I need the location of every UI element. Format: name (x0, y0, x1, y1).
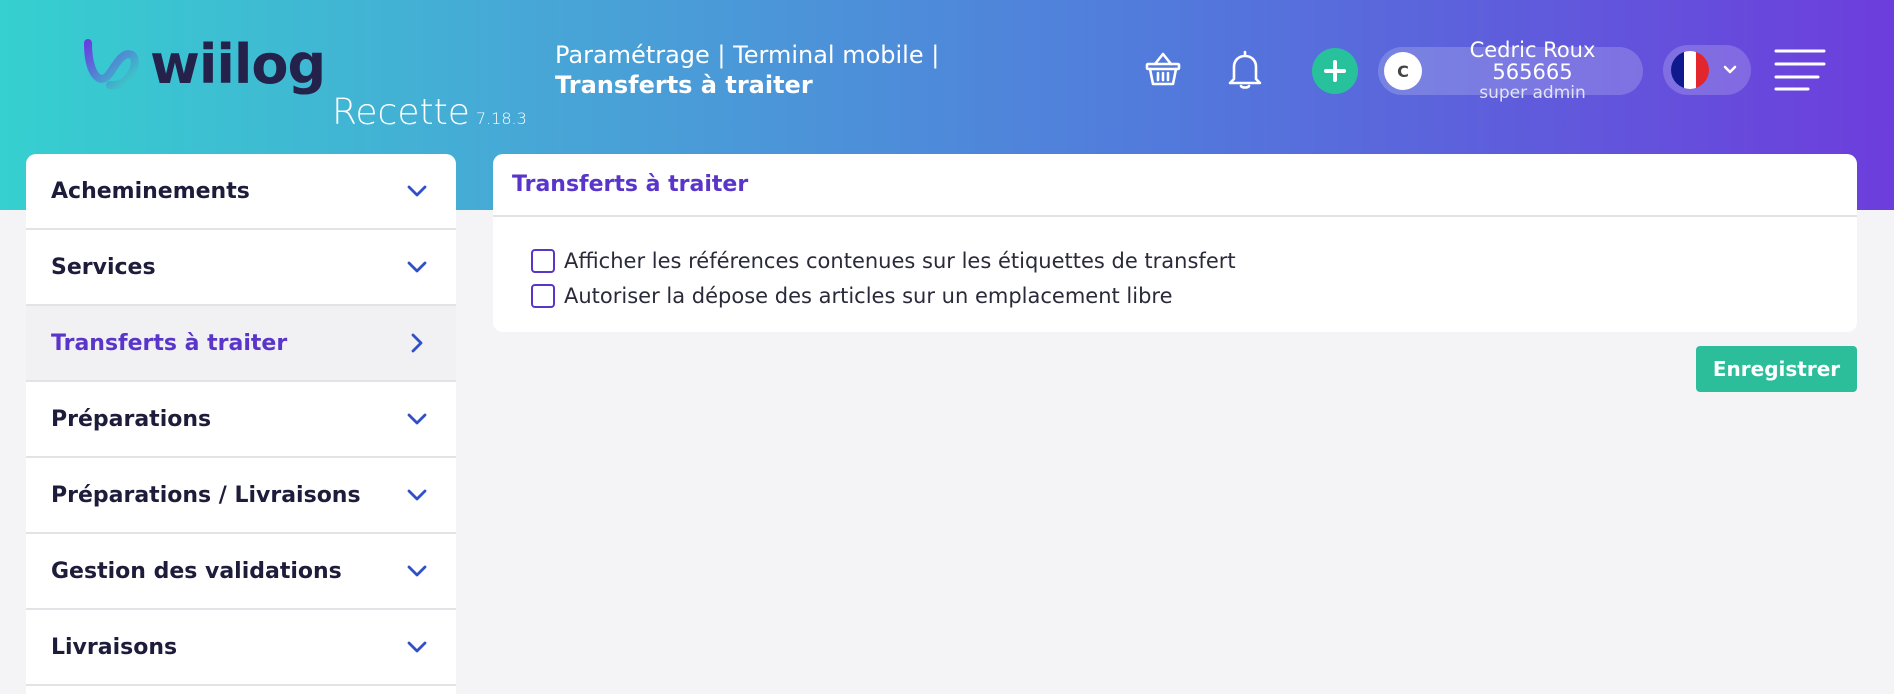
breadcrumb: Paramétrage | Terminal mobile | Transfer… (555, 40, 939, 100)
language-selector[interactable] (1663, 45, 1751, 95)
menu-icon[interactable] (1774, 48, 1826, 92)
chevron-right-icon (411, 333, 423, 353)
user-name: Cedric Roux 565665 (1469, 38, 1596, 84)
user-menu[interactable]: C Cedric Roux 565665 super admin (1378, 39, 1643, 103)
breadcrumb-path[interactable]: Paramétrage | Terminal mobile | (555, 40, 939, 70)
card-header: Transferts à traiter (493, 154, 1857, 217)
checkbox[interactable] (531, 283, 555, 308)
france-flag-icon (1671, 51, 1709, 89)
sidebar-item-preparations-livraisons[interactable]: Préparations / Livraisons (26, 458, 456, 534)
user-role: super admin (1479, 83, 1586, 103)
chevron-down-icon (407, 413, 427, 425)
chevron-down-icon (1723, 65, 1737, 74)
chevron-down-icon (407, 565, 427, 577)
bell-icon[interactable] (1222, 46, 1268, 92)
avatar: C (1384, 52, 1422, 90)
sidebar-item-livraisons[interactable]: Livraisons (26, 610, 456, 686)
sidebar-item-label: Transferts à traiter (51, 330, 288, 356)
sidebar-item-services[interactable]: Services (26, 230, 456, 306)
checkbox[interactable] (531, 248, 555, 273)
environment-name: Recette (332, 92, 470, 133)
option-allow-free-location-drop[interactable]: Autoriser la dépose des articles sur un … (531, 278, 1857, 313)
checkbox-label: Autoriser la dépose des articles sur un … (564, 283, 1173, 308)
chevron-down-icon (407, 261, 427, 273)
option-show-transfer-references[interactable]: Afficher les références contenues sur le… (531, 243, 1857, 278)
version-label: 7.18.3 (475, 109, 527, 128)
sidebar-item-label: Préparations (51, 406, 212, 432)
sidebar-item-transferts[interactable]: Transferts à traiter (26, 306, 456, 382)
sidebar-item-acheminements[interactable]: Acheminements (26, 154, 456, 230)
sidebar-item-label: Préparations / Livraisons (51, 482, 361, 508)
brand-name: wiilog (150, 32, 326, 96)
sidebar-item-label: Livraisons (51, 634, 178, 660)
sidebar-item-label: Gestion des validations (51, 558, 342, 584)
sidebar-item-gestion-validations[interactable]: Gestion des validations (26, 534, 456, 610)
chevron-down-icon (407, 185, 427, 197)
sidebar-item-label: Acheminements (51, 178, 250, 204)
basket-icon[interactable] (1140, 48, 1186, 90)
sidebar: Acheminements Services Transferts à trai… (26, 154, 456, 694)
logo-mark-icon (84, 39, 139, 90)
sidebar-item-label: Services (51, 254, 156, 280)
chevron-down-icon (407, 641, 427, 653)
card-title: Transferts à traiter (512, 172, 749, 197)
plus-icon[interactable] (1312, 48, 1358, 94)
settings-card: Transferts à traiter Afficher les référe… (493, 154, 1857, 332)
chevron-down-icon (407, 489, 427, 501)
breadcrumb-current: Transferts à traiter (555, 71, 813, 99)
environment-label: Recette 7.18.3 (332, 92, 527, 133)
checkbox-label: Afficher les références contenues sur le… (564, 248, 1236, 273)
save-button[interactable]: Enregistrer (1696, 346, 1857, 392)
sidebar-item-preparations[interactable]: Préparations (26, 382, 456, 458)
logo[interactable]: wiilog (80, 28, 326, 100)
